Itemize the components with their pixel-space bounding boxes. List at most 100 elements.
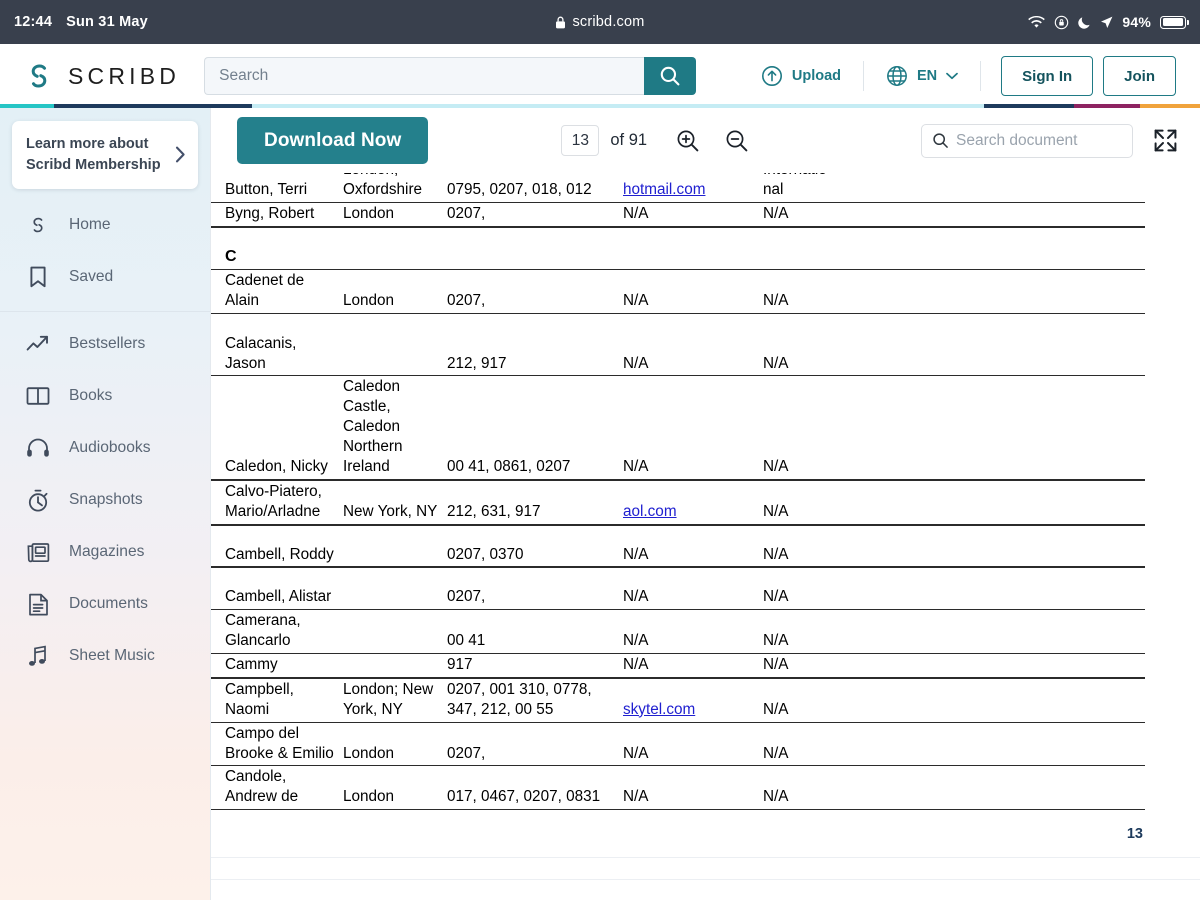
table-row: Candole, Andrew de London 017, 0467, 020…: [211, 765, 1145, 811]
document-search[interactable]: [921, 123, 1156, 158]
cell-blank: [887, 269, 973, 315]
sidebar-item-saved[interactable]: Saved: [0, 251, 210, 303]
cell-blank: [887, 332, 973, 377]
status-bar-right: 94%: [1028, 14, 1200, 30]
sidebar-item-books[interactable]: Books: [0, 370, 210, 422]
section-letter: C: [211, 245, 339, 271]
sidebar-item-magazines[interactable]: Magazines: [0, 526, 210, 578]
membership-promo-card[interactable]: Learn more about Scribd Membership: [12, 121, 198, 190]
sign-in-button[interactable]: Sign In: [1001, 56, 1094, 96]
cell-extra: Internatio nal: [759, 173, 887, 203]
cell-location: London: [339, 269, 443, 315]
sidebar-item-documents[interactable]: Documents: [0, 578, 210, 630]
cell-blank: [1059, 202, 1145, 228]
fullscreen-button[interactable]: [1153, 128, 1178, 153]
cell-blank: [973, 332, 1059, 377]
bookmark-icon: [26, 265, 50, 289]
sidebar-item-bestsellers[interactable]: Bestsellers: [0, 318, 210, 370]
cell-extra: N/A: [759, 609, 887, 655]
zoom-out-icon: [724, 128, 750, 154]
cell-email: N/A: [619, 722, 759, 767]
table-row: Calvo-Piatero, Mario/Arladne New York, N…: [211, 479, 1145, 526]
sidebar-item-label: Saved: [69, 268, 114, 286]
cell-blank: [973, 586, 1059, 611]
cell-blank: [887, 173, 973, 203]
scribd-logo-icon: [22, 59, 56, 93]
global-search[interactable]: [204, 57, 697, 95]
stopwatch-icon: [26, 488, 50, 512]
cell-extra: N/A: [759, 479, 887, 526]
url-bar: scribd.com: [0, 14, 1200, 30]
cell-blank: [887, 375, 973, 481]
cell-blank: [1059, 543, 1145, 569]
cell-blank: [1059, 479, 1145, 526]
cell-location: Caledon Castle, Caledon Northern Ireland: [339, 375, 443, 481]
cell-blank: [1059, 332, 1145, 377]
cell-blank: [1059, 269, 1145, 315]
cell-email[interactable]: hotmail.com: [619, 173, 759, 203]
cell-phone: 0207,: [443, 722, 619, 767]
divider: [980, 61, 982, 91]
join-button[interactable]: Join: [1103, 56, 1176, 96]
cell-blank: [973, 765, 1059, 811]
download-now-button[interactable]: Download Now: [237, 117, 429, 164]
cell-blank: [1059, 609, 1145, 655]
sidebar-item-label: Audiobooks: [69, 439, 151, 457]
cell-blank: [887, 586, 973, 611]
cell-extra: N/A: [759, 375, 887, 481]
cell-blank: [887, 245, 973, 271]
document-icon: [26, 592, 50, 616]
app-body: Learn more about Scribd Membership Home: [0, 108, 1200, 900]
search-submit-button[interactable]: [644, 57, 697, 95]
scribd-brand[interactable]: SCRIBD: [22, 59, 180, 93]
cell-phone: 00 41, 0861, 0207: [443, 375, 619, 481]
cell-phone: 0207, 0370: [443, 543, 619, 569]
cell-name: Cadenet de Alain: [211, 269, 339, 315]
search-input[interactable]: [204, 57, 645, 95]
sidebar-item-snapshots[interactable]: Snapshots: [0, 474, 210, 526]
table-spacer-row: [211, 314, 1145, 333]
cell-extra: N/A: [759, 332, 887, 377]
table-row: Byng, Robert London 0207, N/A N/A: [211, 202, 1145, 228]
cell-name: Caledon, Nicky: [211, 375, 339, 481]
sidebar-item-sheet-music[interactable]: Sheet Music: [0, 630, 210, 682]
zoom-out-button[interactable]: [724, 128, 750, 154]
email-link[interactable]: aol.com: [623, 503, 677, 520]
table-row: Cambell, Roddy 0207, 0370 N/A N/A: [211, 543, 1145, 569]
cell-location: London; Oxfordshire: [339, 173, 443, 203]
zoom-in-icon: [675, 128, 701, 154]
language-label: EN: [917, 68, 938, 84]
table-row: Campo del Brooke & Emilio London 0207, N…: [211, 722, 1145, 767]
cell-email[interactable]: skytel.com: [619, 677, 759, 723]
status-date: Sun 31 May: [66, 14, 148, 30]
email-link[interactable]: hotmail.com: [623, 181, 705, 198]
email-link[interactable]: skytel.com: [623, 701, 695, 718]
upload-button[interactable]: Upload: [739, 65, 863, 87]
document-page: Button, Terri London; Oxfordshire 0795, …: [211, 173, 1200, 886]
cell-blank: [973, 202, 1059, 228]
cell-location: London: [339, 722, 443, 767]
cell-blank: [211, 567, 1145, 586]
cell-name: Cambell, Alistar: [211, 586, 339, 611]
sidebar-item-audiobooks[interactable]: Audiobooks: [0, 422, 210, 474]
cell-blank: [973, 173, 1059, 203]
current-page-input[interactable]: [561, 125, 600, 156]
zoom-controls: [675, 128, 750, 154]
sidebar-item-home[interactable]: Home: [0, 199, 210, 251]
cell-phone: 212, 631, 917: [443, 479, 619, 526]
cell-blank: [339, 245, 443, 271]
document-page-area[interactable]: Button, Terri London; Oxfordshire 0795, …: [211, 173, 1200, 900]
cell-email[interactable]: aol.com: [619, 479, 759, 526]
language-selector[interactable]: EN: [864, 65, 980, 87]
contacts-table: Button, Terri London; Oxfordshire 0795, …: [211, 173, 1145, 811]
table-row: Calacanis, Jason 212, 917 N/A N/A: [211, 332, 1145, 377]
cell-blank: [1059, 173, 1145, 203]
zoom-in-button[interactable]: [675, 128, 701, 154]
cell-blank: [973, 375, 1059, 481]
cell-blank: [973, 722, 1059, 767]
document-search-input[interactable]: [956, 131, 1156, 150]
cell-phone: 917: [443, 653, 619, 679]
cell-email: N/A: [619, 765, 759, 811]
cell-extra: N/A: [759, 269, 887, 315]
table-spacer-row: [211, 525, 1145, 544]
